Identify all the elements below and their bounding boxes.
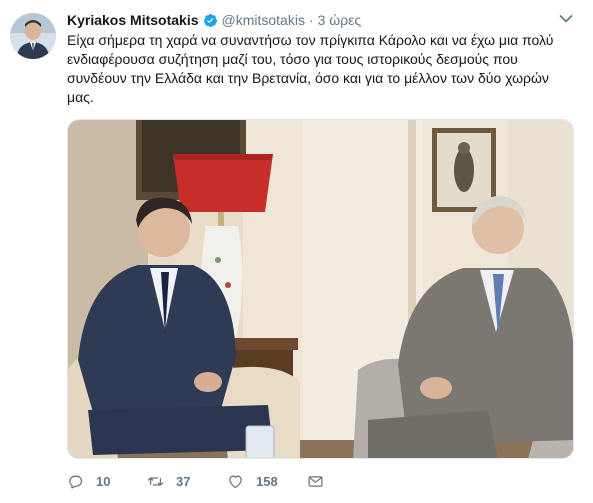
reply-icon [69,475,83,489]
reply-count: 10 [96,473,111,489]
envelope-icon [308,475,323,487]
verified-badge-icon [203,13,217,27]
author-name[interactable]: Kyriakos Mitsotakis [67,12,199,28]
photo-illustration [68,120,573,458]
retweet-icon [147,476,164,486]
retweet-button[interactable]: 37 [147,473,227,490]
avatar-image [10,13,56,59]
author-handle[interactable]: @kmitsotakis [222,12,305,28]
retweet-count: 37 [176,473,191,489]
like-count: 158 [256,473,278,489]
heart-icon [229,475,242,488]
tweet-timestamp[interactable]: 3 ώρες [318,12,362,28]
chevron-down-icon[interactable] [559,14,573,24]
tweet-card[interactable]: Kyriakos Mitsotakis @kmitsotakis · 3 ώρε… [0,0,593,503]
separator-dot: · [308,12,314,28]
tweet-text: Είχα σήμερα τη χαρά να συναντήσω τον πρί… [67,32,554,105]
tweet-photo[interactable] [67,119,574,459]
reply-button[interactable]: 10 [67,473,147,490]
tweet-actions: 10 37 158 [67,470,337,492]
tweet-header: Kyriakos Mitsotakis @kmitsotakis · 3 ώρε… [67,10,563,30]
direct-message-button[interactable] [307,473,337,490]
avatar[interactable] [10,13,56,59]
like-button[interactable]: 158 [227,473,307,490]
